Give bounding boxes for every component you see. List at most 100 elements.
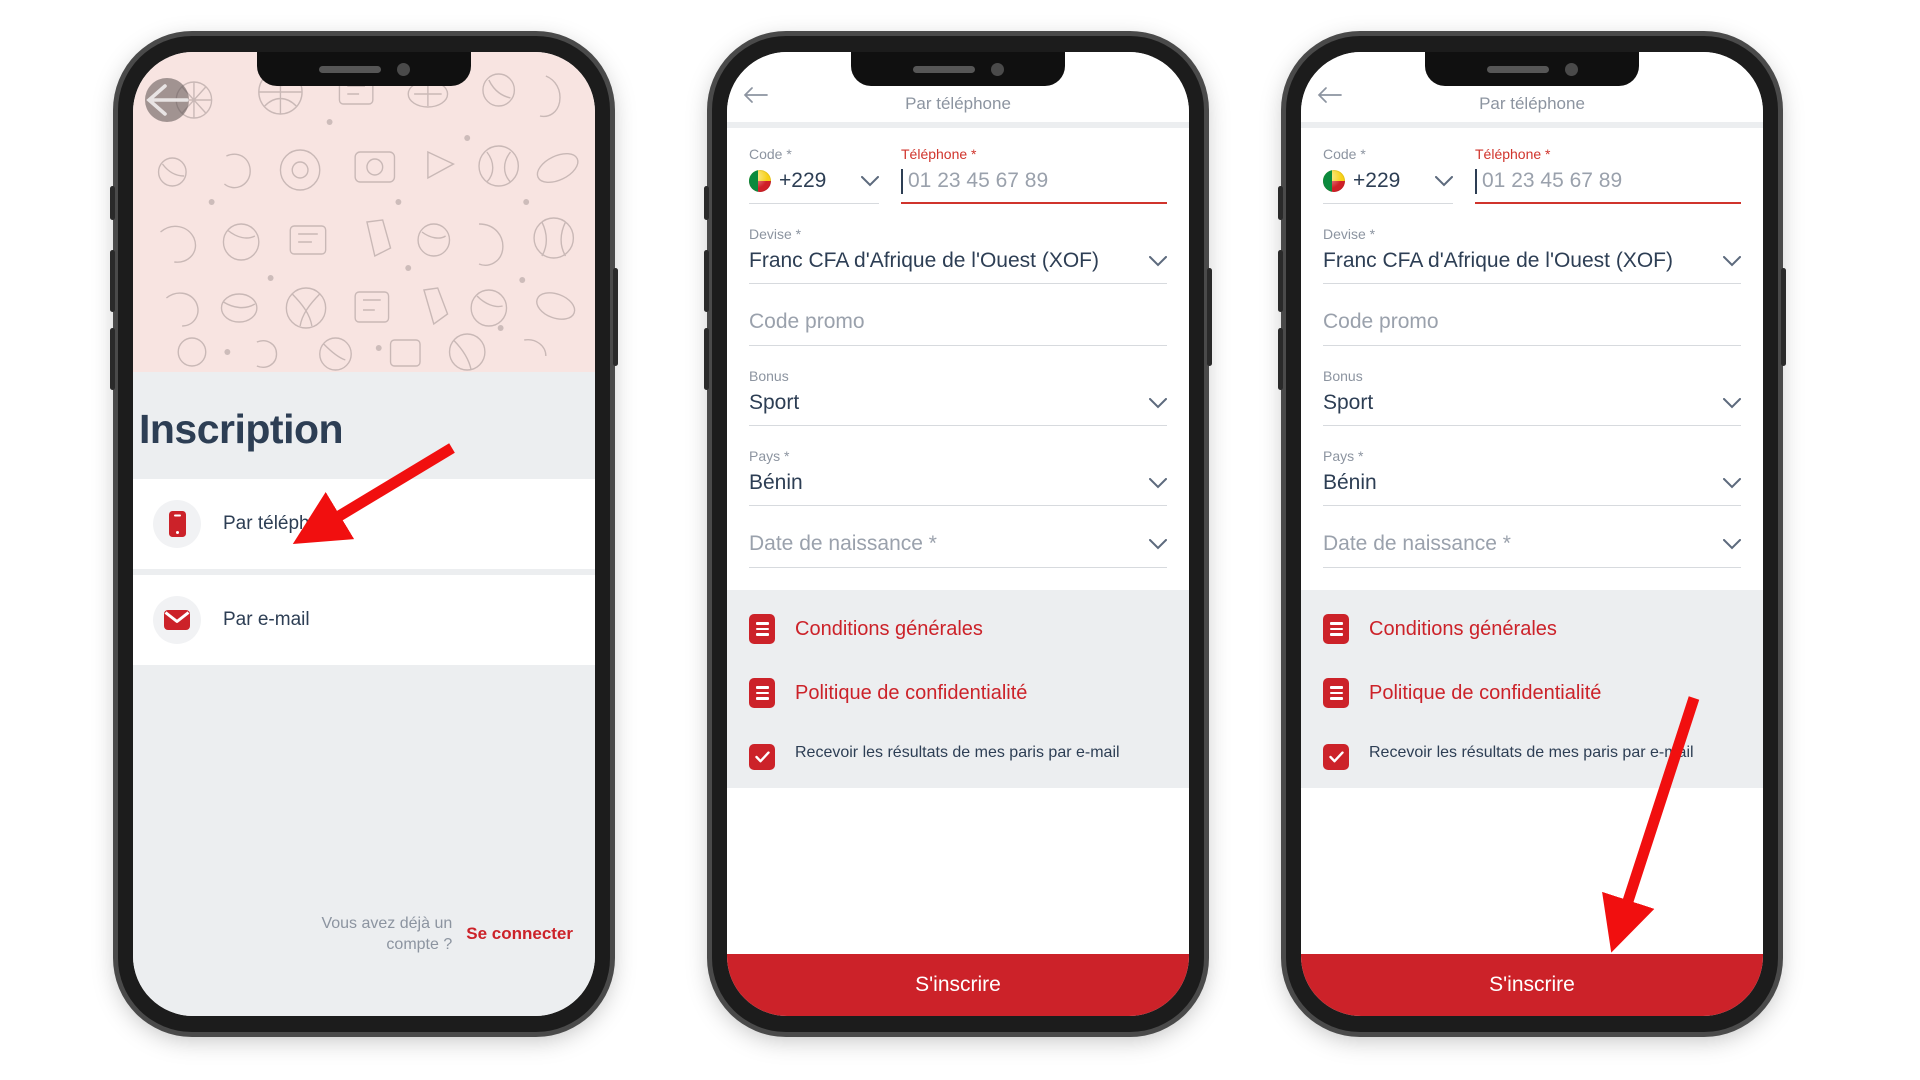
checkbox-label: Recevoir les résultats de mes paris par … <box>1369 744 1694 761</box>
field-currency[interactable]: Devise * Franc CFA d'Afrique de l'Ouest … <box>1323 226 1741 284</box>
currency-value: Franc CFA d'Afrique de l'Ouest (XOF) <box>1323 249 1673 272</box>
checkbox-checked-icon[interactable] <box>749 744 775 770</box>
phone-mockup-1: Inscription Par téléphone Par e-mail Vou… <box>110 36 618 1032</box>
chevron-down-icon <box>1723 538 1741 549</box>
mute-switch[interactable] <box>110 186 115 220</box>
field-underline <box>749 425 1167 426</box>
terms-section: Conditions générales Politique de confid… <box>1301 590 1763 788</box>
field-value-row: Sport <box>1323 388 1741 418</box>
front-camera <box>396 62 410 76</box>
speaker-grille <box>912 65 975 73</box>
power-button[interactable] <box>1781 268 1786 366</box>
field-value-row: 01 23 45 67 89 <box>1475 166 1741 196</box>
link-politique-confidentialite[interactable]: Politique de confidentialité <box>1323 678 1741 708</box>
country-value: Bénin <box>749 471 803 494</box>
terms-section: Conditions générales Politique de confid… <box>727 590 1189 788</box>
bottom-spacer <box>727 788 1189 798</box>
field-label: Code * <box>749 146 792 162</box>
mute-switch[interactable] <box>1278 186 1283 220</box>
bottom-spacer <box>1301 788 1763 798</box>
speaker-grille <box>1486 65 1549 73</box>
option-label: Par e-mail <box>223 609 310 630</box>
volume-down-button[interactable] <box>110 328 115 390</box>
volume-up-button[interactable] <box>704 250 709 312</box>
screen-phone-registration-form: Par téléphone Code * +229 Téléphone * 01… <box>727 52 1189 1016</box>
field-value-row: Bénin <box>1323 468 1741 498</box>
field-country-code[interactable]: Code * +229 <box>749 146 879 204</box>
volume-down-button[interactable] <box>1278 328 1283 390</box>
field-value-row: +229 <box>1323 166 1453 196</box>
field-bonus[interactable]: Bonus Sport <box>749 368 1167 426</box>
link-label: Conditions générales <box>1369 617 1557 640</box>
sports-pattern-hero <box>133 52 595 372</box>
field-label: Téléphone * <box>901 146 977 162</box>
field-underline <box>1475 202 1741 204</box>
field-promo-code[interactable]: Code promo <box>749 306 1167 346</box>
phone-notch <box>1425 52 1639 86</box>
field-phone-number[interactable]: Téléphone * 01 23 45 67 89 <box>1475 146 1741 204</box>
chevron-down-icon <box>1435 175 1453 186</box>
chevron-down-icon <box>1149 538 1167 549</box>
field-value-row: +229 <box>749 166 879 196</box>
field-birthdate[interactable]: Date de naissance * <box>749 528 1167 568</box>
field-value-row: Sport <box>749 388 1167 418</box>
back-arrow-icon <box>743 87 768 103</box>
power-button[interactable] <box>613 268 618 366</box>
country-code-value: +229 <box>1353 169 1401 192</box>
power-button[interactable] <box>1207 268 1212 366</box>
front-camera <box>1564 62 1578 76</box>
field-label: Devise * <box>1323 226 1376 242</box>
submit-button[interactable]: S'inscrire <box>1301 954 1763 1016</box>
checkbox-row-email-results[interactable]: Recevoir les résultats de mes paris par … <box>1323 742 1741 770</box>
field-currency[interactable]: Devise * Franc CFA d'Afrique de l'Ouest … <box>749 226 1167 284</box>
link-politique-confidentialite[interactable]: Politique de confidentialité <box>749 678 1167 708</box>
field-label: Code * <box>1323 146 1366 162</box>
field-underline <box>749 203 879 204</box>
document-icon <box>749 614 775 644</box>
field-country-code[interactable]: Code * +229 <box>1323 146 1453 204</box>
option-par-email[interactable]: Par e-mail <box>133 575 595 665</box>
header-title: Par téléphone <box>1479 94 1585 113</box>
volume-up-button[interactable] <box>110 250 115 312</box>
field-underline <box>901 202 1167 204</box>
field-phone-number[interactable]: Téléphone * 01 23 45 67 89 <box>901 146 1167 204</box>
field-underline <box>1323 505 1741 506</box>
mute-switch[interactable] <box>704 186 709 220</box>
field-underline <box>1323 203 1453 204</box>
field-bonus[interactable]: Bonus Sport <box>1323 368 1741 426</box>
benin-flag-icon <box>749 170 771 192</box>
screenshot-stage: Inscription Par téléphone Par e-mail Vou… <box>0 0 1920 1080</box>
volume-down-button[interactable] <box>704 328 709 390</box>
checkbox-row-email-results[interactable]: Recevoir les résultats de mes paris par … <box>749 742 1167 770</box>
link-label: Politique de confidentialité <box>1369 681 1602 704</box>
country-code-value: +229 <box>779 169 827 192</box>
option-par-telephone[interactable]: Par téléphone <box>133 479 595 569</box>
chevron-down-icon <box>1723 397 1741 408</box>
field-country[interactable]: Pays * Bénin <box>1323 448 1741 506</box>
se-connecter-link[interactable]: Se connecter <box>466 924 573 944</box>
currency-value: Franc CFA d'Afrique de l'Ouest (XOF) <box>749 249 1099 272</box>
back-button[interactable] <box>743 86 769 109</box>
checkbox-label: Recevoir les résultats de mes paris par … <box>795 744 1120 761</box>
submit-button[interactable]: S'inscrire <box>727 954 1189 1016</box>
field-label: Bonus <box>1323 368 1363 384</box>
field-value-row: Bénin <box>749 468 1167 498</box>
volume-up-button[interactable] <box>1278 250 1283 312</box>
link-conditions-generales[interactable]: Conditions générales <box>1323 614 1741 644</box>
field-promo-code[interactable]: Code promo <box>1323 306 1741 346</box>
phone-mockup-2: Par téléphone Code * +229 Téléphone * 01… <box>704 36 1212 1032</box>
link-conditions-generales[interactable]: Conditions générales <box>749 614 1167 644</box>
checkbox-checked-icon[interactable] <box>1323 744 1349 770</box>
country-value: Bénin <box>1323 471 1377 494</box>
birthdate-placeholder: Date de naissance * <box>1323 532 1511 555</box>
field-underline <box>749 567 1167 568</box>
back-button[interactable] <box>1317 86 1343 109</box>
benin-flag-icon <box>1323 170 1345 192</box>
field-label: Pays * <box>1323 448 1364 464</box>
bonus-value: Sport <box>749 391 800 414</box>
chevron-down-icon <box>1149 477 1167 488</box>
field-birthdate[interactable]: Date de naissance * <box>1323 528 1741 568</box>
document-icon <box>1323 614 1349 644</box>
field-country[interactable]: Pays * Bénin <box>749 448 1167 506</box>
back-button[interactable] <box>145 78 189 122</box>
